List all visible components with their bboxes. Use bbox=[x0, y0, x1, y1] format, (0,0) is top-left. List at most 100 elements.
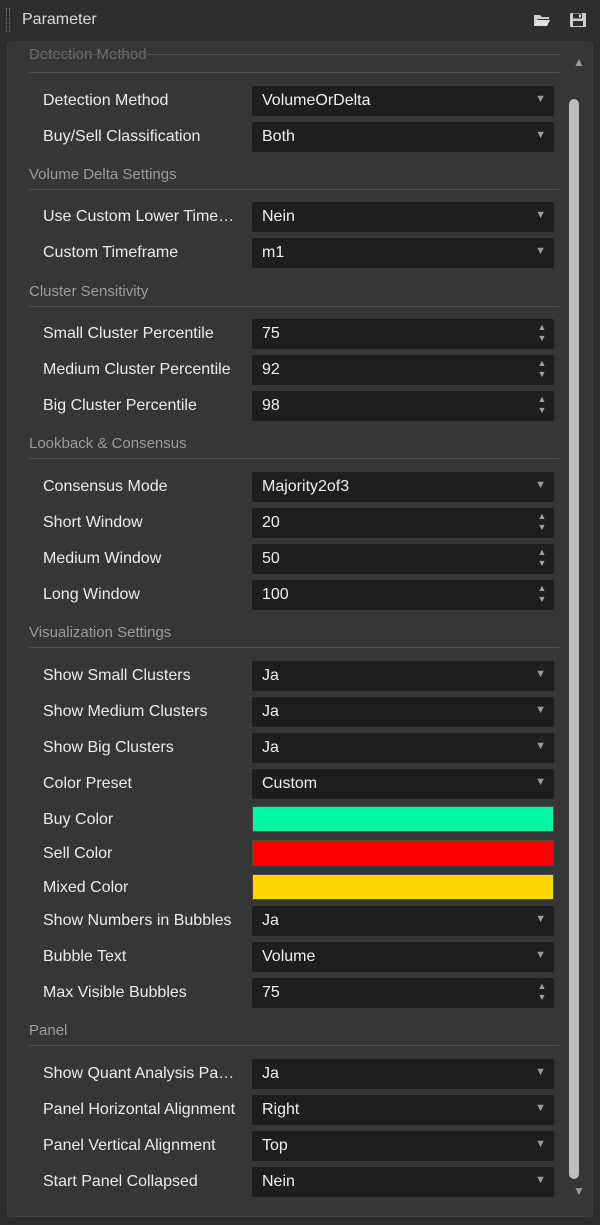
row-big-cluster-percentile: Big Cluster Percentile 98 ▲ ▼ bbox=[8, 391, 564, 421]
dropdown-value: Top bbox=[262, 1137, 288, 1154]
dropdown-value: Volume bbox=[262, 948, 316, 965]
custom-timeframe-dropdown[interactable]: m1 ▼ bbox=[252, 238, 554, 268]
window-title: Parameter bbox=[22, 11, 97, 28]
big-cluster-percentile-input[interactable]: 98 ▲ ▼ bbox=[252, 391, 554, 421]
scrollbar-thumb[interactable] bbox=[569, 99, 579, 1179]
row-label: Bubble Text bbox=[43, 948, 127, 965]
row-label: Long Window bbox=[43, 586, 140, 603]
row-show-big-clusters: Show Big Clusters Ja ▼ bbox=[8, 733, 564, 763]
buy-sell-classification-dropdown[interactable]: Both ▼ bbox=[252, 122, 554, 152]
bubble-text-dropdown[interactable]: Volume ▼ bbox=[252, 942, 554, 972]
row-custom-timeframe: Custom Timeframe m1 ▼ bbox=[8, 238, 564, 268]
panel-vertical-alignment-dropdown[interactable]: Top ▼ bbox=[252, 1131, 554, 1161]
row-consensus-mode: Consensus Mode Majority2of3 ▼ bbox=[8, 472, 564, 502]
input-value: 75 bbox=[262, 984, 280, 1001]
row-label: Panel Vertical Alignment bbox=[43, 1137, 216, 1154]
row-panel-vertical-alignment: Panel Vertical Alignment Top ▼ bbox=[8, 1131, 564, 1161]
color-preset-dropdown[interactable]: Custom ▼ bbox=[252, 769, 554, 799]
dropdown-value: Ja bbox=[262, 912, 279, 929]
spinner-arrows-icon[interactable]: ▲ ▼ bbox=[537, 394, 547, 418]
chevron-down-icon: ▼ bbox=[535, 209, 546, 221]
row-short-window: Short Window 20 ▲ ▼ bbox=[8, 508, 564, 538]
chevron-down-icon: ▼ bbox=[535, 129, 546, 141]
spinner-arrows-icon[interactable]: ▲ ▼ bbox=[537, 547, 547, 571]
dropdown-value: Right bbox=[262, 1101, 300, 1118]
dropdown-value: Ja bbox=[262, 1065, 279, 1082]
row-show-quant-analysis-panel: Show Quant Analysis Pa… Ja ▼ bbox=[8, 1059, 564, 1089]
row-label: Buy/Sell Classification bbox=[43, 128, 201, 145]
row-bubble-text: Bubble Text Volume ▼ bbox=[8, 942, 564, 972]
show-big-clusters-dropdown[interactable]: Ja ▼ bbox=[252, 733, 554, 763]
row-label: Panel Horizontal Alignment bbox=[43, 1101, 236, 1118]
scroll-up-arrow-icon[interactable]: ▲ bbox=[572, 55, 586, 69]
row-label: Sell Color bbox=[43, 845, 113, 862]
input-value: 98 bbox=[262, 397, 280, 414]
show-small-clusters-dropdown[interactable]: Ja ▼ bbox=[252, 661, 554, 691]
section-visualization-settings: Visualization Settings bbox=[29, 624, 172, 641]
row-panel-horizontal-alignment: Panel Horizontal Alignment Right ▼ bbox=[8, 1095, 564, 1125]
medium-window-input[interactable]: 50 ▲ ▼ bbox=[252, 544, 554, 574]
spinner-arrows-icon[interactable]: ▲ ▼ bbox=[537, 322, 547, 346]
chevron-down-icon: ▼ bbox=[535, 1102, 546, 1114]
dropdown-value: Nein bbox=[262, 208, 295, 225]
parameter-panel: Detection Method Detection Method Volume… bbox=[7, 42, 593, 1217]
buy-color-swatch[interactable] bbox=[252, 806, 554, 832]
dropdown-value: Ja bbox=[262, 739, 279, 756]
chevron-down-icon: ▼ bbox=[535, 1174, 546, 1186]
spinner-arrows-icon[interactable]: ▲ ▼ bbox=[537, 981, 547, 1005]
section-divider bbox=[29, 54, 559, 55]
use-custom-lower-timeframe-dropdown[interactable]: Nein ▼ bbox=[252, 202, 554, 232]
dropdown-value: Nein bbox=[262, 1173, 295, 1190]
input-value: 50 bbox=[262, 550, 280, 567]
section-divider bbox=[29, 306, 559, 307]
mixed-color-swatch[interactable] bbox=[252, 874, 554, 900]
input-value: 92 bbox=[262, 361, 280, 378]
chevron-down-icon: ▼ bbox=[535, 1138, 546, 1150]
section-divider bbox=[29, 1045, 559, 1046]
show-medium-clusters-dropdown[interactable]: Ja ▼ bbox=[252, 697, 554, 727]
chevron-down-icon: ▼ bbox=[535, 949, 546, 961]
row-label: Medium Window bbox=[43, 550, 162, 567]
chevron-down-icon: ▼ bbox=[535, 479, 546, 491]
drag-grip-icon[interactable] bbox=[6, 8, 10, 32]
sell-color-swatch[interactable] bbox=[252, 840, 554, 866]
chevron-down-icon: ▼ bbox=[535, 704, 546, 716]
spinner-arrows-icon[interactable]: ▲ ▼ bbox=[537, 511, 547, 535]
save-icon[interactable] bbox=[569, 12, 587, 28]
row-medium-cluster-percentile: Medium Cluster Percentile 92 ▲ ▼ bbox=[8, 355, 564, 385]
section-divider bbox=[29, 189, 559, 190]
row-label: Use Custom Lower Time… bbox=[43, 208, 235, 225]
chevron-down-icon: ▼ bbox=[535, 93, 546, 105]
short-window-input[interactable]: 20 ▲ ▼ bbox=[252, 508, 554, 538]
show-quant-analysis-panel-dropdown[interactable]: Ja ▼ bbox=[252, 1059, 554, 1089]
chevron-down-icon: ▼ bbox=[535, 740, 546, 752]
row-label: Big Cluster Percentile bbox=[43, 397, 197, 414]
section-cluster-sensitivity: Cluster Sensitivity bbox=[29, 283, 149, 300]
row-label: Short Window bbox=[43, 514, 143, 531]
row-label: Show Small Clusters bbox=[43, 667, 191, 684]
medium-cluster-percentile-input[interactable]: 92 ▲ ▼ bbox=[252, 355, 554, 385]
section-lookback-consensus: Lookback & Consensus bbox=[29, 435, 187, 452]
row-label: Color Preset bbox=[43, 775, 132, 792]
show-numbers-in-bubbles-dropdown[interactable]: Ja ▼ bbox=[252, 906, 554, 936]
row-label: Show Numbers in Bubbles bbox=[43, 912, 232, 929]
input-value: 100 bbox=[262, 586, 289, 603]
consensus-mode-dropdown[interactable]: Majority2of3 ▼ bbox=[252, 472, 554, 502]
spinner-arrows-icon[interactable]: ▲ ▼ bbox=[537, 358, 547, 382]
panel-horizontal-alignment-dropdown[interactable]: Right ▼ bbox=[252, 1095, 554, 1125]
row-label: Buy Color bbox=[43, 811, 114, 828]
dropdown-value: Custom bbox=[262, 775, 318, 792]
row-show-small-clusters: Show Small Clusters Ja ▼ bbox=[8, 661, 564, 691]
row-label: Start Panel Collapsed bbox=[43, 1173, 198, 1190]
scroll-down-arrow-icon[interactable]: ▼ bbox=[572, 1184, 586, 1198]
max-visible-bubbles-input[interactable]: 75 ▲ ▼ bbox=[252, 978, 554, 1008]
row-label: Small Cluster Percentile bbox=[43, 325, 214, 342]
small-cluster-percentile-input[interactable]: 75 ▲ ▼ bbox=[252, 319, 554, 349]
spinner-arrows-icon[interactable]: ▲ ▼ bbox=[537, 583, 547, 607]
vertical-scrollbar[interactable]: ▲ ▼ bbox=[564, 43, 592, 1216]
detection-method-dropdown[interactable]: VolumeOrDelta ▼ bbox=[252, 86, 554, 116]
long-window-input[interactable]: 100 ▲ ▼ bbox=[252, 580, 554, 610]
folder-open-icon[interactable] bbox=[533, 12, 551, 28]
row-label: Max Visible Bubbles bbox=[43, 984, 187, 1001]
start-panel-collapsed-dropdown[interactable]: Nein ▼ bbox=[252, 1167, 554, 1197]
